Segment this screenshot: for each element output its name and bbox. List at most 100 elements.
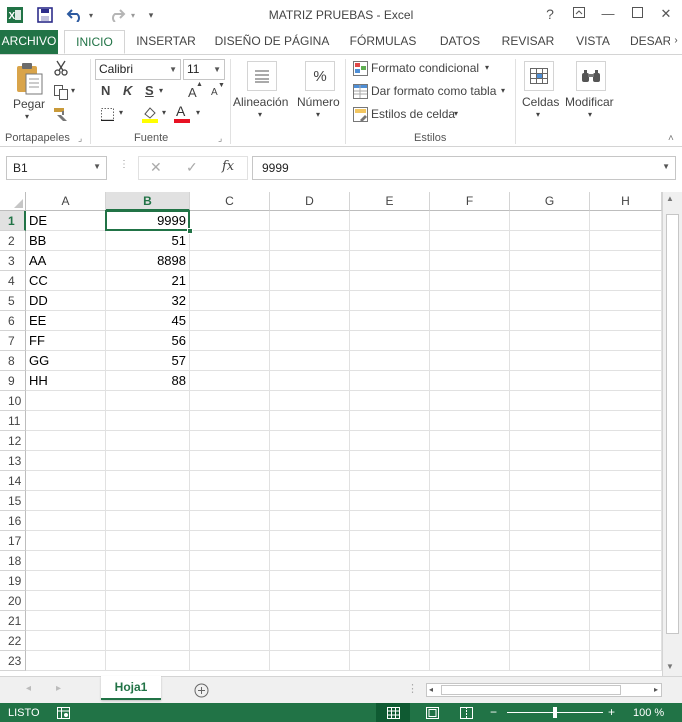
- borders-icon[interactable]: [99, 106, 115, 122]
- cell-e22[interactable]: [350, 631, 430, 651]
- sheet-tab-hoja1[interactable]: Hoja1: [101, 676, 161, 700]
- row-header[interactable]: 19: [0, 571, 26, 591]
- cell-d18[interactable]: [270, 551, 350, 571]
- cell-e16[interactable]: [350, 511, 430, 531]
- row-header[interactable]: 14: [0, 471, 26, 491]
- cell-g12[interactable]: [510, 431, 590, 451]
- cell-e11[interactable]: [350, 411, 430, 431]
- borders-dropdown-icon[interactable]: ▾: [119, 108, 123, 117]
- close-button[interactable]: ✕: [655, 4, 677, 24]
- bold-button[interactable]: N: [101, 83, 110, 98]
- cell-d4[interactable]: [270, 271, 350, 291]
- cell-h13[interactable]: [590, 451, 662, 471]
- format-painter-icon[interactable]: [52, 105, 70, 123]
- cell-d7[interactable]: [270, 331, 350, 351]
- cell-g21[interactable]: [510, 611, 590, 631]
- clipboard-launcher-icon[interactable]: ⌟: [78, 133, 82, 144]
- collapse-ribbon-icon[interactable]: ˄: [668, 133, 674, 144]
- cell-d15[interactable]: [270, 491, 350, 511]
- cell-c3[interactable]: [190, 251, 270, 271]
- cell-styles-dropdown-icon[interactable]: ▾: [454, 109, 458, 118]
- cell-c20[interactable]: [190, 591, 270, 611]
- cell-e14[interactable]: [350, 471, 430, 491]
- cell-h22[interactable]: [590, 631, 662, 651]
- row-header[interactable]: 16: [0, 511, 26, 531]
- cell-f2[interactable]: [430, 231, 510, 251]
- cell-f20[interactable]: [430, 591, 510, 611]
- cell-a15[interactable]: [26, 491, 106, 511]
- cell-b13[interactable]: [106, 451, 190, 471]
- cell-g23[interactable]: [510, 651, 590, 671]
- row-header[interactable]: 11: [0, 411, 26, 431]
- cell-c17[interactable]: [190, 531, 270, 551]
- cell-f1[interactable]: [430, 211, 510, 231]
- cell-g14[interactable]: [510, 471, 590, 491]
- cell-d9[interactable]: [270, 371, 350, 391]
- row-header[interactable]: 4: [0, 271, 26, 291]
- column-header-b[interactable]: B: [106, 192, 190, 211]
- scroll-left-icon[interactable]: ◂: [429, 684, 433, 696]
- cell-b16[interactable]: [106, 511, 190, 531]
- split-handle-icon[interactable]: ⋮: [407, 682, 418, 695]
- cell-c5[interactable]: [190, 291, 270, 311]
- cell-b21[interactable]: [106, 611, 190, 631]
- cell-h11[interactable]: [590, 411, 662, 431]
- cell-g19[interactable]: [510, 571, 590, 591]
- paste-label[interactable]: Pegar: [13, 97, 45, 111]
- cell-b12[interactable]: [106, 431, 190, 451]
- cell-b20[interactable]: [106, 591, 190, 611]
- cell-f22[interactable]: [430, 631, 510, 651]
- cell-g3[interactable]: [510, 251, 590, 271]
- cell-h15[interactable]: [590, 491, 662, 511]
- cell-a16[interactable]: [26, 511, 106, 531]
- underline-button[interactable]: S: [145, 83, 154, 98]
- cell-f18[interactable]: [430, 551, 510, 571]
- zoom-slider-thumb[interactable]: [553, 707, 557, 718]
- cell-h3[interactable]: [590, 251, 662, 271]
- cell-h2[interactable]: [590, 231, 662, 251]
- cell-h8[interactable]: [590, 351, 662, 371]
- cell-h6[interactable]: [590, 311, 662, 331]
- cell-f10[interactable]: [430, 391, 510, 411]
- cell-g1[interactable]: [510, 211, 590, 231]
- cell-e7[interactable]: [350, 331, 430, 351]
- cell-f7[interactable]: [430, 331, 510, 351]
- editing-dropdown-icon[interactable]: ▾: [588, 110, 592, 119]
- tab-datos[interactable]: DATOS: [431, 30, 489, 54]
- name-box[interactable]: B1 ▼: [6, 156, 107, 180]
- cell-f8[interactable]: [430, 351, 510, 371]
- cell-c8[interactable]: [190, 351, 270, 371]
- cell-c16[interactable]: [190, 511, 270, 531]
- cell-c9[interactable]: [190, 371, 270, 391]
- cell-e3[interactable]: [350, 251, 430, 271]
- cell-a3[interactable]: AA: [26, 251, 106, 271]
- row-header[interactable]: 23: [0, 651, 26, 671]
- cell-g5[interactable]: [510, 291, 590, 311]
- cell-a5[interactable]: DD: [26, 291, 106, 311]
- cell-d23[interactable]: [270, 651, 350, 671]
- row-header[interactable]: 21: [0, 611, 26, 631]
- scroll-right-icon[interactable]: ▸: [654, 684, 658, 696]
- cell-f21[interactable]: [430, 611, 510, 631]
- cell-g22[interactable]: [510, 631, 590, 651]
- column-header-g[interactable]: G: [510, 192, 590, 211]
- column-header-e[interactable]: E: [350, 192, 430, 211]
- cell-h21[interactable]: [590, 611, 662, 631]
- cell-a17[interactable]: [26, 531, 106, 551]
- cell-e12[interactable]: [350, 431, 430, 451]
- tab-diseno-de-pagina[interactable]: DISEÑO DE PÁGINA: [210, 30, 334, 54]
- row-header[interactable]: 9: [0, 371, 26, 391]
- scroll-down-icon[interactable]: ▼: [666, 662, 674, 671]
- cell-b17[interactable]: [106, 531, 190, 551]
- cell-c4[interactable]: [190, 271, 270, 291]
- formula-input[interactable]: 9999 ▼: [252, 156, 676, 180]
- alignment-dropdown-icon[interactable]: ▾: [258, 110, 262, 119]
- horizontal-scrollbar[interactable]: ◂ ▸: [426, 683, 662, 697]
- cell-d3[interactable]: [270, 251, 350, 271]
- fill-handle[interactable]: [187, 228, 193, 234]
- cell-h7[interactable]: [590, 331, 662, 351]
- cell-d5[interactable]: [270, 291, 350, 311]
- cell-c21[interactable]: [190, 611, 270, 631]
- row-header[interactable]: 10: [0, 391, 26, 411]
- cell-f12[interactable]: [430, 431, 510, 451]
